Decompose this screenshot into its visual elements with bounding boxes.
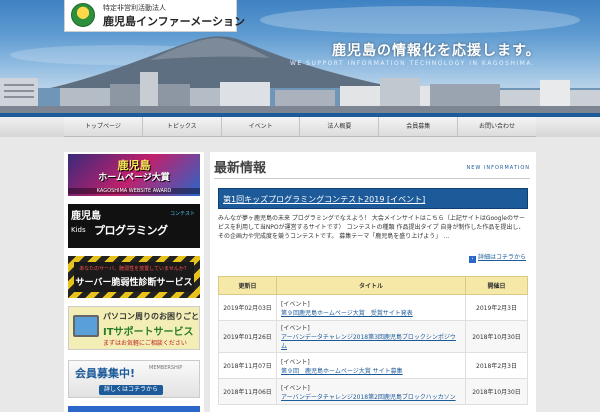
table-row: 2019年01月26日 [イベント] アーバンデータチャレンジ2018第3回鹿児… xyxy=(218,320,528,353)
news-table-header: 更新日 タイトル 開催日 xyxy=(218,276,528,295)
banner-server-inner: あなたのサーバ、脆弱性を放置していませんか？ サーバー脆弱性診断サービス xyxy=(74,262,194,292)
row-event-date: 2019年2月3日 xyxy=(465,294,528,321)
nav-item-top[interactable]: トップページ xyxy=(64,117,143,136)
banner-it-support[interactable]: パソコン周りのお困りごと ITサポートサービス まずはお気軽にご相談ください xyxy=(68,306,200,350)
nav-item-events[interactable]: イベント xyxy=(222,117,301,136)
section-title: 最新情報 xyxy=(214,161,267,176)
row-title-link[interactable]: アーバンデータチャレンジ2018第2回鹿児島ブロックハッカソン xyxy=(281,392,461,401)
row-event-date: 2018年10月30日 xyxy=(465,378,528,405)
news-table: 更新日 タイトル 開催日 2019年02月03日 [イベント] 第９回鹿児島ホー… xyxy=(218,276,528,405)
banner-membership[interactable]: 会員募集中! MEMBERSHIP 詳しくはコチラから xyxy=(68,360,200,398)
banner-partial[interactable] xyxy=(68,406,200,412)
banner-kids-line4: コンテスト xyxy=(170,211,196,217)
row-title-link[interactable]: 第９回鹿児島ホームページ大賞 受賞サイト発表 xyxy=(281,308,461,317)
nav-item-contact[interactable]: お問い合わせ xyxy=(458,117,536,136)
hero-tagline-en: WE SUPPORT INFORMATION TECHNOLOGY IN KAG… xyxy=(290,60,536,67)
banner-server-line1: あなたのサーバ、脆弱性を放置していませんか？ xyxy=(79,266,189,272)
arrow-right-icon: › xyxy=(468,256,476,263)
computer-icon xyxy=(73,315,99,337)
banner-kids-programming[interactable]: 鹿児島 Kids プログラミング コンテスト xyxy=(68,204,200,248)
row-title-cell: [イベント] 第９回鹿児島ホームページ大賞 受賞サイト発表 xyxy=(276,294,466,321)
section-title-en: NEW INFORMATION xyxy=(466,165,530,171)
row-title-link[interactable]: 第９回 鹿児島ホームページ大賞 サイト募集 xyxy=(281,366,461,375)
banner-kids-line2: Kids xyxy=(71,226,86,234)
row-tag: [イベント] xyxy=(281,384,310,392)
nav-item-membership[interactable]: 会員募集 xyxy=(379,117,459,136)
row-date: 2019年01月26日 xyxy=(218,320,277,353)
table-row: 2019年02月03日 [イベント] 第９回鹿児島ホームページ大賞 受賞サイト発… xyxy=(218,294,528,321)
nav-item-about[interactable]: 法人概要 xyxy=(300,117,380,136)
article-heading-link[interactable]: 第1回キッズプログラミングコンテスト2019 [イベント] xyxy=(219,189,527,210)
row-date: 2018年11月06日 xyxy=(218,378,277,405)
site-logo[interactable]: 特定非営利活動法人 鹿児島インファーメーション xyxy=(64,0,245,32)
article-heading-bar[interactable]: 第1回キッズプログラミングコンテスト2019 [イベント] xyxy=(218,188,528,209)
row-tag: [イベント] xyxy=(281,300,310,308)
logo-emblem-icon xyxy=(71,3,95,27)
col-title: タイトル xyxy=(276,276,466,295)
banner-it-line1: パソコン周りのお困りごと xyxy=(103,312,199,321)
banner-server-line2: サーバー脆弱性診断サービス xyxy=(75,278,193,288)
banner-kids-line1: 鹿児島 xyxy=(71,211,101,222)
table-row: 2018年11月07日 [イベント] 第９回 鹿児島ホームページ大賞 サイト募集… xyxy=(218,352,528,379)
row-event-date: 2018年2月3日 xyxy=(465,352,528,379)
row-title-cell: [イベント] アーバンデータチャレンジ2018第2回鹿児島ブロックハッカソン xyxy=(276,378,466,405)
more-details-link[interactable]: › 詳細はコチラから xyxy=(468,252,526,263)
row-tag: [イベント] xyxy=(281,358,310,366)
logo-title: 鹿児島インファーメーション xyxy=(103,15,246,28)
banner-member-button[interactable]: 詳しくはコチラから xyxy=(99,385,163,395)
banner-it-line3: まずはお気軽にご相談ください xyxy=(103,340,187,347)
row-tag: [イベント] xyxy=(281,325,310,332)
row-title-link[interactable]: アーバンデータチャレンジ2018第3回鹿児島ブロックシンポジウム xyxy=(281,332,461,350)
row-date: 2019年02月03日 xyxy=(218,294,277,321)
banner-website-award[interactable]: 鹿児島 ホームページ大賞 KAGOSHIMA WEBSITE AWARD xyxy=(68,154,200,196)
banner-kids-line3: プログラミング xyxy=(94,224,168,237)
nav-item-topics[interactable]: トピックス xyxy=(143,117,222,136)
article-body: みんなが夢ヶ鹿児島の未来 プログラミングでなえよう！ 大会メインサイトはこちら（… xyxy=(218,215,525,240)
banner-member-line2: MEMBERSHIP xyxy=(149,365,183,371)
row-event-date: 2018年10月30日 xyxy=(465,320,528,353)
banner-it-line2: ITサポートサービス xyxy=(103,327,194,338)
sidebar: 鹿児島 ホームページ大賞 KAGOSHIMA WEBSITE AWARD 鹿児島… xyxy=(64,152,204,412)
logo-subtitle: 特定非営利活動法人 xyxy=(103,4,166,12)
hero-header: 特定非営利活動法人 鹿児島インファーメーション 鹿児島の情報化を応援します。 W… xyxy=(0,0,600,113)
banner-award-line2: ホームページ大賞 xyxy=(98,173,170,183)
row-title-cell: [イベント] アーバンデータチャレンジ2018第3回鹿児島ブロックシンポジウム xyxy=(276,320,466,353)
table-row: 2018年11月06日 [イベント] アーバンデータチャレンジ2018第2回鹿児… xyxy=(218,378,528,405)
banner-member-line1: 会員募集中! xyxy=(75,367,136,380)
col-event-date: 開催日 xyxy=(465,276,528,295)
more-details-label: 詳細はコチラから xyxy=(477,254,526,261)
hero-tagline: 鹿児島の情報化を応援します。 xyxy=(332,43,541,59)
main-content: 最新情報 NEW INFORMATION 第1回キッズプログラミングコンテスト2… xyxy=(210,152,536,412)
banner-server-vulnerability[interactable]: あなたのサーバ、脆弱性を放置していませんか？ サーバー脆弱性診断サービス xyxy=(68,256,200,298)
row-date: 2018年11月07日 xyxy=(218,352,277,379)
row-title-cell: [イベント] 第９回 鹿児島ホームページ大賞 サイト募集 xyxy=(276,352,466,379)
banner-award-line3: KAGOSHIMA WEBSITE AWARD xyxy=(68,188,200,194)
section-divider xyxy=(214,178,530,179)
main-nav: トップページ トピックス イベント 法人概要 会員募集 お問い合わせ xyxy=(64,117,536,137)
col-updated: 更新日 xyxy=(218,276,277,295)
